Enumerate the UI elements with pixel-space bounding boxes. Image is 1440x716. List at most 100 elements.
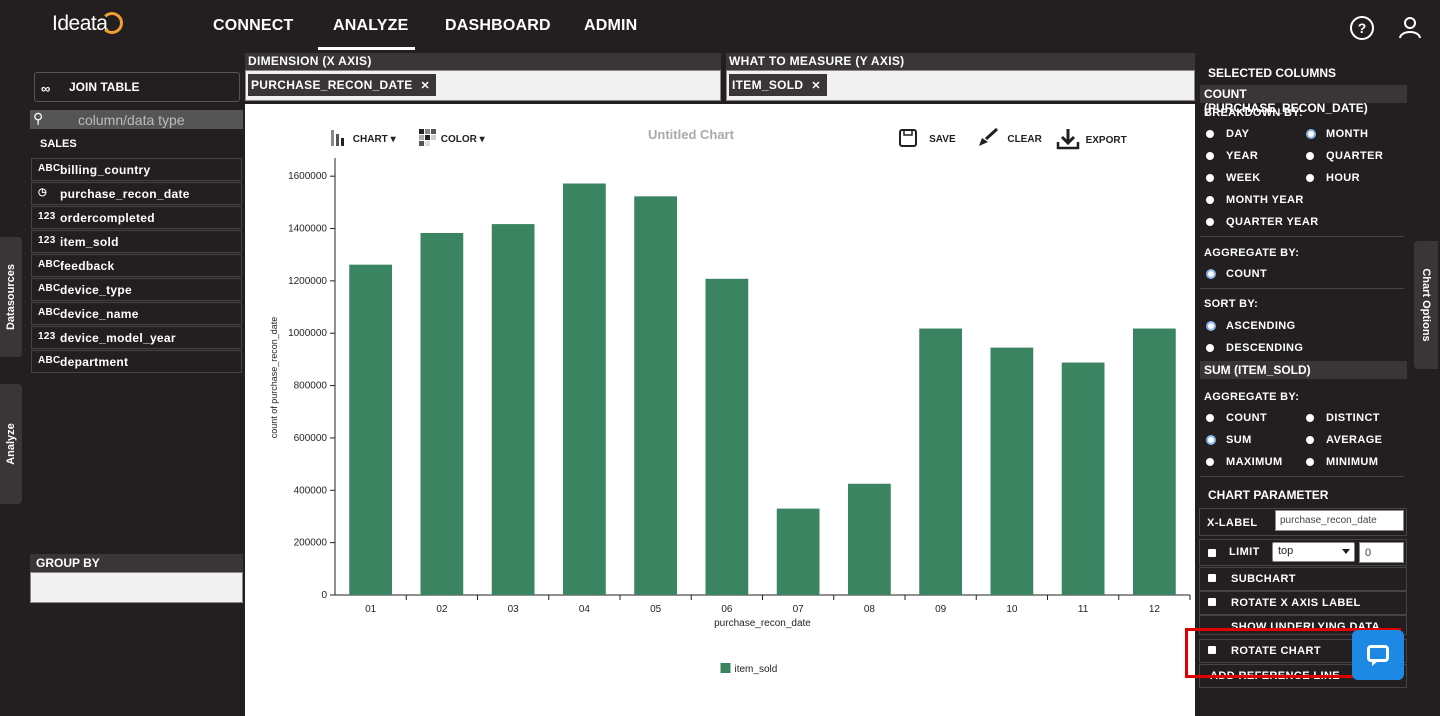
nav-connect[interactable]: CONNECT xyxy=(213,17,294,35)
field-feedback[interactable]: ABC feedback xyxy=(31,254,242,277)
radio-descending[interactable]: DESCENDING xyxy=(1206,342,1303,354)
radio-month-year[interactable]: MONTH YEAR xyxy=(1206,194,1304,206)
dimension-chip[interactable]: PURCHASE_RECON_DATE ✕ xyxy=(248,74,437,96)
field-item-sold[interactable]: 123 item_sold xyxy=(31,230,242,253)
field-billing-country[interactable]: ABC billing_country xyxy=(31,158,242,181)
analyze-tab[interactable]: Analyze xyxy=(0,384,22,504)
limit-checkbox[interactable] xyxy=(1208,549,1216,557)
number-type-icon: 123 xyxy=(38,211,56,222)
field-device-model-year[interactable]: 123 device_model_year xyxy=(31,326,242,349)
x-tick-label: 01 xyxy=(365,604,377,615)
y-axis-label: count of purchase_recon_date xyxy=(269,317,279,439)
subchart-checkbox[interactable] xyxy=(1208,574,1216,582)
radio-day[interactable]: DAY xyxy=(1206,128,1249,140)
rotate-x-axis-label: ROTATE X AXIS LABEL xyxy=(1231,597,1361,609)
x-label-input[interactable] xyxy=(1275,510,1404,531)
bar xyxy=(563,183,606,595)
caret-down-icon: ▾ xyxy=(479,134,485,145)
x-tick-label: 03 xyxy=(508,604,520,615)
field-department[interactable]: ABC department xyxy=(31,350,242,373)
x-tick-label: 02 xyxy=(436,604,448,615)
table-group-header[interactable]: SALES xyxy=(30,134,243,156)
remove-icon[interactable]: ✕ xyxy=(421,80,431,92)
datasources-tab[interactable]: Datasources xyxy=(0,237,22,357)
nav-analyze[interactable]: ANALYZE xyxy=(333,17,409,35)
aggregate-label: AGGREGATE BY: xyxy=(1204,391,1300,403)
bar xyxy=(776,508,820,595)
y-tick-label: 0 xyxy=(321,590,327,601)
divider xyxy=(1200,236,1404,237)
y-tick-label: 200000 xyxy=(294,538,328,549)
limit-value-input[interactable] xyxy=(1359,542,1404,563)
field-device-name[interactable]: ABC device_name xyxy=(31,302,242,325)
join-table-button[interactable]: ∞ JOIN TABLE xyxy=(34,72,240,102)
field-ordercompleted[interactable]: 123 ordercompleted xyxy=(31,206,242,229)
limit-mode-select[interactable]: top xyxy=(1272,542,1355,562)
chat-button[interactable] xyxy=(1352,630,1404,680)
save-button[interactable]: SAVE xyxy=(898,128,956,148)
ideata-logo[interactable]: Ideata xyxy=(52,12,124,36)
group-by-header: GROUP BY xyxy=(30,554,243,572)
radio-year[interactable]: YEAR xyxy=(1206,150,1258,162)
measure-dropzone[interactable]: ITEM_SOLD ✕ xyxy=(726,70,1195,101)
measure-chip[interactable]: ITEM_SOLD ✕ xyxy=(729,74,827,96)
column-header-count[interactable]: COUNT (PURCHASE_RECON_DATE) xyxy=(1200,85,1407,115)
field-purchase-recon-date[interactable]: ◷ purchase_recon_date xyxy=(31,182,242,205)
radio-week[interactable]: WEEK xyxy=(1206,172,1261,184)
chart-title[interactable]: Untitled Chart xyxy=(648,127,734,142)
radio-hour[interactable]: HOUR xyxy=(1306,172,1360,184)
legend-swatch xyxy=(720,663,731,673)
radio-month[interactable]: MONTH xyxy=(1306,128,1368,140)
column-header-sum[interactable]: SUM (ITEM_SOLD) xyxy=(1200,361,1407,379)
x-tick-label: 05 xyxy=(650,604,662,615)
clear-button[interactable]: CLEAR xyxy=(977,127,1042,148)
radio-minimum[interactable]: MINIMUM xyxy=(1306,456,1378,468)
user-icon[interactable] xyxy=(1398,15,1422,39)
active-nav-indicator xyxy=(318,47,415,50)
x-label-label: X-LABEL xyxy=(1207,517,1258,529)
field-device-type[interactable]: ABC device_type xyxy=(31,278,242,301)
y-tick-label: 1400000 xyxy=(288,224,327,235)
subchart-label: SUBCHART xyxy=(1231,573,1296,585)
bar xyxy=(1133,328,1176,595)
chart-parameter-header: CHART PARAMETER xyxy=(1208,488,1329,502)
radio-distinct[interactable]: DISTINCT xyxy=(1306,412,1380,424)
chat-icon xyxy=(1367,645,1389,666)
bar xyxy=(1061,362,1105,595)
radio-maximum[interactable]: MAXIMUM xyxy=(1206,456,1283,468)
export-button[interactable]: EXPORT xyxy=(1056,128,1127,150)
radio-sum[interactable]: SUM xyxy=(1206,434,1252,446)
question-circle-icon[interactable]: ? xyxy=(1350,16,1374,40)
radio-count[interactable]: COUNT xyxy=(1206,412,1267,424)
chart-type-dropdown[interactable]: CHART ▾ xyxy=(330,128,396,148)
number-type-icon: 123 xyxy=(38,331,56,342)
caret-down-icon: ▾ xyxy=(390,134,396,145)
radio-count[interactable]: COUNT xyxy=(1206,268,1267,280)
chart-options-tab[interactable]: Chart Options xyxy=(1414,241,1438,369)
bar xyxy=(491,224,535,595)
subchart-row[interactable]: SUBCHART xyxy=(1199,567,1407,591)
link-icon: ∞ xyxy=(41,81,51,96)
radio-quarter-year[interactable]: QUARTER YEAR xyxy=(1206,216,1319,228)
dimension-dropzone[interactable]: PURCHASE_RECON_DATE ✕ xyxy=(245,70,721,101)
color-palette-icon xyxy=(419,129,436,146)
bar xyxy=(349,264,392,595)
radio-quarter[interactable]: QUARTER xyxy=(1306,150,1383,162)
remove-icon[interactable]: ✕ xyxy=(811,80,821,92)
search-input[interactable] xyxy=(78,110,238,129)
bar xyxy=(919,328,962,595)
color-dropdown[interactable]: COLOR ▾ xyxy=(418,128,485,148)
save-icon xyxy=(899,129,917,147)
rotate-x-axis-row[interactable]: ROTATE X AXIS LABEL xyxy=(1199,591,1407,615)
text-type-icon: ABC xyxy=(38,283,61,294)
y-tick-label: 600000 xyxy=(294,433,328,444)
radio-average[interactable]: AVERAGE xyxy=(1306,434,1382,446)
nav-admin[interactable]: ADMIN xyxy=(584,17,637,35)
radio-ascending[interactable]: ASCENDING xyxy=(1206,320,1296,332)
group-by-dropzone[interactable] xyxy=(30,572,243,603)
rotate-x-axis-checkbox[interactable] xyxy=(1208,598,1216,606)
nav-dashboard[interactable]: DASHBOARD xyxy=(445,17,551,35)
y-tick-label: 1600000 xyxy=(288,171,327,182)
x-tick-label: 04 xyxy=(579,604,591,615)
limit-label: LIMIT xyxy=(1229,546,1260,558)
